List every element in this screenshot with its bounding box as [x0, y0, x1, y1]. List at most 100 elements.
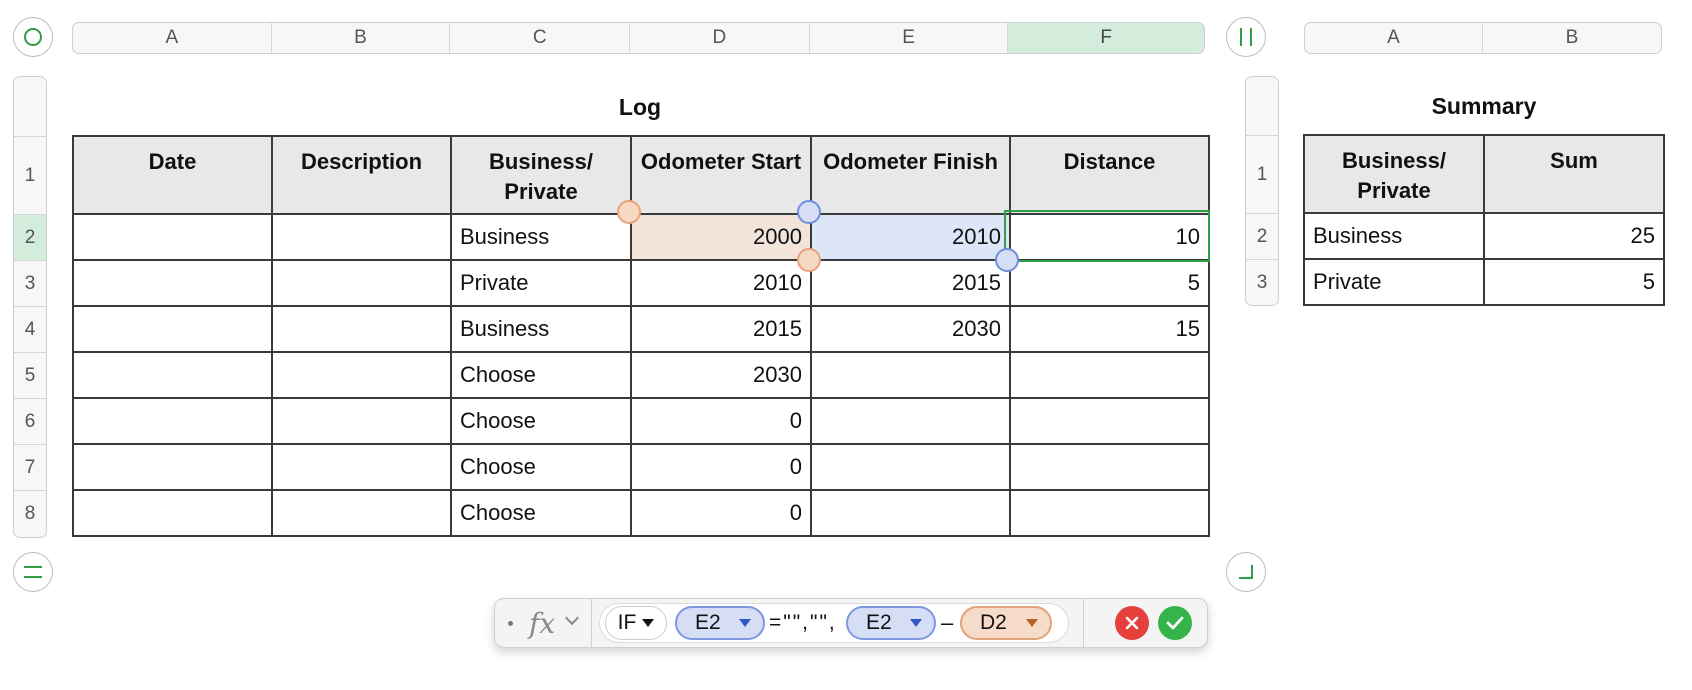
cell-c7[interactable]: Choose: [450, 443, 632, 491]
selected-cell-outline: [1004, 210, 1210, 262]
table-row: Business 25: [1303, 212, 1665, 260]
table-row: Choose 0: [72, 397, 1210, 445]
summary-cell-a3[interactable]: Private: [1303, 258, 1485, 306]
row-header-3[interactable]: 3: [14, 261, 46, 307]
cell-d3[interactable]: 2010: [630, 259, 812, 307]
cell-b4[interactable]: [271, 305, 452, 353]
summary-table-title[interactable]: Summary: [1404, 93, 1564, 120]
cell-d8[interactable]: 0: [630, 489, 812, 537]
header-distance[interactable]: Distance: [1009, 135, 1210, 215]
cell-e3[interactable]: 2015: [810, 259, 1011, 307]
row-header-2[interactable]: 2: [14, 215, 46, 261]
row-header-4[interactable]: 4: [14, 307, 46, 353]
cell-e5[interactable]: [810, 351, 1011, 399]
cell-a5[interactable]: [72, 351, 273, 399]
cell-b7[interactable]: [271, 443, 452, 491]
header-description[interactable]: Description: [271, 135, 452, 215]
cell-a8[interactable]: [72, 489, 273, 537]
cell-f3[interactable]: 5: [1009, 259, 1210, 307]
row-header-6[interactable]: 6: [14, 399, 46, 445]
row-header-1[interactable]: 1: [14, 137, 46, 215]
cell-d7[interactable]: 0: [630, 443, 812, 491]
header-business-private[interactable]: Business/ Private: [450, 135, 632, 215]
cell-b5[interactable]: [271, 351, 452, 399]
summary-cell-b3[interactable]: 5: [1483, 258, 1665, 306]
cell-c4[interactable]: Business: [450, 305, 632, 353]
cell-e8[interactable]: [810, 489, 1011, 537]
column-header-a[interactable]: A: [73, 23, 272, 53]
header-odometer-finish[interactable]: Odometer Finish: [810, 135, 1011, 215]
cell-f7[interactable]: [1009, 443, 1210, 491]
row-header-corner: [14, 77, 46, 137]
cell-d2[interactable]: 2000: [630, 213, 812, 261]
table-select-handle[interactable]: [13, 17, 53, 57]
table-row: Private 2010 2015 5: [72, 259, 1210, 307]
cell-b3[interactable]: [271, 259, 452, 307]
column-header-d[interactable]: D: [630, 23, 810, 53]
range-handle-d2-top[interactable]: [617, 200, 641, 224]
cell-a7[interactable]: [72, 443, 273, 491]
cell-e7[interactable]: [810, 443, 1011, 491]
column-header-f[interactable]: F: [1008, 23, 1204, 53]
cell-c6[interactable]: Choose: [450, 397, 632, 445]
range-handle-e2-top[interactable]: [797, 200, 821, 224]
summary-column-header-b[interactable]: B: [1483, 23, 1661, 53]
summary-column-header-a[interactable]: A: [1305, 23, 1483, 53]
cell-a4[interactable]: [72, 305, 273, 353]
cell-c8[interactable]: Choose: [450, 489, 632, 537]
reference-label: E2: [695, 611, 721, 634]
cell-b2[interactable]: [271, 213, 452, 261]
column-header-b[interactable]: B: [272, 23, 451, 53]
resize-table-handle[interactable]: [1226, 552, 1266, 592]
fx-icon[interactable]: fx: [529, 607, 555, 640]
cancel-button[interactable]: [1115, 606, 1149, 640]
column-header-c[interactable]: C: [450, 23, 631, 53]
summary-row-header-2[interactable]: 2: [1246, 214, 1278, 260]
add-columns-handle[interactable]: [1226, 17, 1266, 57]
cell-c5[interactable]: Choose: [450, 351, 632, 399]
chevron-down-icon[interactable]: [564, 610, 580, 626]
table-row: Choose 2030: [72, 351, 1210, 399]
row-header-8[interactable]: 8: [14, 491, 46, 537]
cell-e2[interactable]: 2010: [810, 213, 1011, 261]
summary-row-header-3[interactable]: 3: [1246, 260, 1278, 305]
summary-cell-a2[interactable]: Business: [1303, 212, 1485, 260]
range-handle-e2-bottom[interactable]: [995, 248, 1019, 272]
cell-d4[interactable]: 2015: [630, 305, 812, 353]
log-table-title[interactable]: Log: [560, 94, 720, 121]
summary-cell-b2[interactable]: 25: [1483, 212, 1665, 260]
add-rows-handle[interactable]: [13, 552, 53, 592]
range-handle-d2-bottom[interactable]: [797, 248, 821, 272]
dropdown-arrow-icon: [739, 619, 751, 627]
column-header-e[interactable]: E: [810, 23, 1009, 53]
reference-token-e2-first[interactable]: E2: [675, 606, 765, 640]
cell-f6[interactable]: [1009, 397, 1210, 445]
cell-c3[interactable]: Private: [450, 259, 632, 307]
header-date[interactable]: Date: [72, 135, 273, 215]
cell-d5[interactable]: 2030: [630, 351, 812, 399]
cell-f4[interactable]: 15: [1009, 305, 1210, 353]
cell-b8[interactable]: [271, 489, 452, 537]
cell-a2[interactable]: [72, 213, 273, 261]
summary-header-business-private[interactable]: Business/ Private: [1303, 134, 1485, 214]
cell-a6[interactable]: [72, 397, 273, 445]
summary-header-sum[interactable]: Sum: [1483, 134, 1665, 214]
header-odometer-start[interactable]: Odometer Start: [630, 135, 812, 215]
row-header-7[interactable]: 7: [14, 445, 46, 491]
cell-c2[interactable]: Business: [450, 213, 632, 261]
accept-button[interactable]: [1158, 606, 1192, 640]
reference-token-e2-second[interactable]: E2: [846, 606, 936, 640]
row-header-5[interactable]: 5: [14, 353, 46, 399]
cell-e6[interactable]: [810, 397, 1011, 445]
cell-a3[interactable]: [72, 259, 273, 307]
cell-f5[interactable]: [1009, 351, 1210, 399]
cell-d6[interactable]: 0: [630, 397, 812, 445]
summary-row-header-1[interactable]: 1: [1246, 136, 1278, 214]
cell-f8[interactable]: [1009, 489, 1210, 537]
cell-e4[interactable]: 2030: [810, 305, 1011, 353]
cell-b6[interactable]: [271, 397, 452, 445]
summary-column-header-bar: A B: [1304, 22, 1662, 54]
function-token-if[interactable]: IF: [605, 606, 667, 640]
drag-dot-icon[interactable]: [508, 621, 513, 626]
reference-token-d2[interactable]: D2: [960, 606, 1052, 640]
